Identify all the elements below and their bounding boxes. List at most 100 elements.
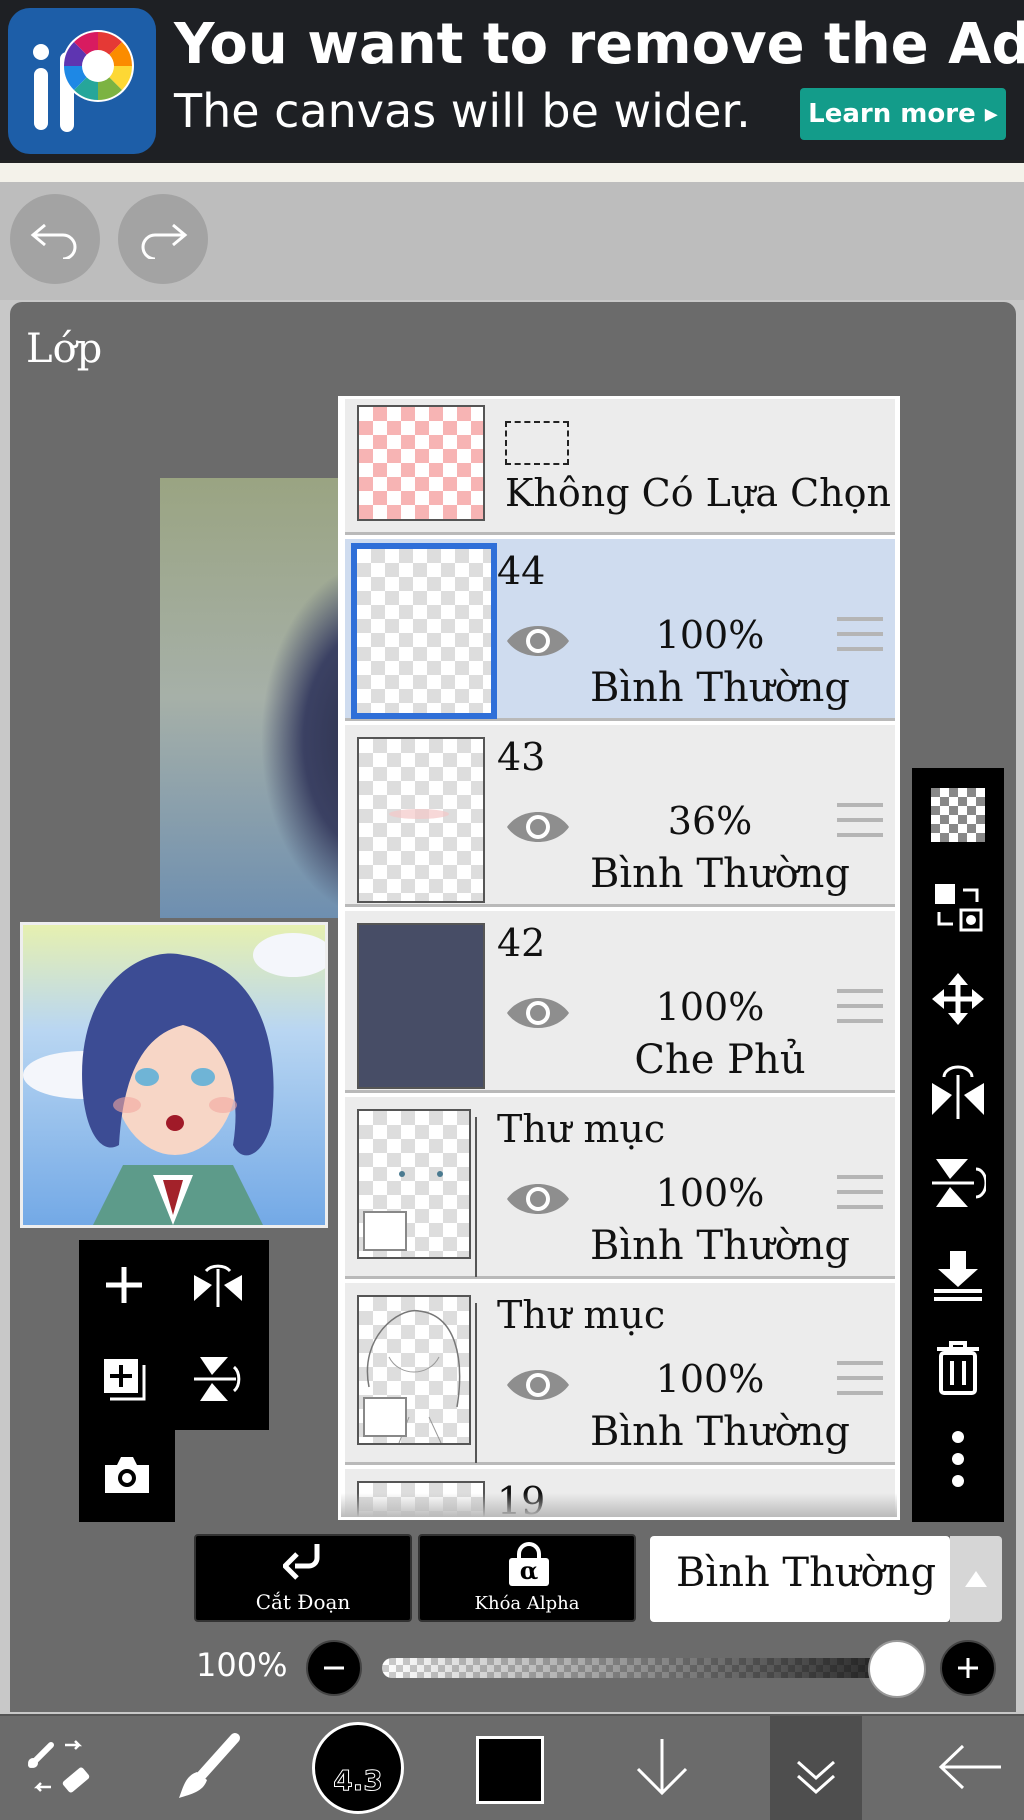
- move-layer-button[interactable]: [912, 954, 1004, 1044]
- layer-blend-mode: Bình Thường: [589, 665, 851, 711]
- clipping-button[interactable]: Cắt Đoạn: [194, 1534, 412, 1622]
- ibispaint-logo-icon: [8, 8, 156, 154]
- visibility-eye-icon[interactable]: [505, 619, 571, 663]
- flip-vertical-icon: [932, 1159, 986, 1207]
- blend-mode-dropdown-button[interactable]: [950, 1536, 1002, 1622]
- visibility-eye-icon[interactable]: [505, 805, 571, 849]
- layer-row[interactable]: 44 100% Bình Thường: [345, 539, 895, 721]
- ad-subtitle: The canvas will be wider.: [174, 84, 751, 138]
- camera-icon: [105, 1457, 149, 1493]
- opacity-value: 100%: [196, 1646, 288, 1684]
- marquee-selection-icon: [505, 421, 569, 465]
- ad-title: You want to remove the Ad?: [174, 12, 1024, 77]
- plus-icon: [958, 1658, 978, 1678]
- layer-opacity: 36%: [667, 799, 753, 843]
- minus-icon: [324, 1666, 344, 1670]
- more-options-button[interactable]: [912, 1414, 1004, 1504]
- plus-icon: [106, 1267, 142, 1303]
- redo-button[interactable]: [118, 194, 208, 284]
- color-swatch-button[interactable]: [476, 1736, 544, 1804]
- arrow-down-icon: [636, 1739, 688, 1796]
- artwork-preview-image: [23, 933, 325, 1225]
- import-photo-button[interactable]: [82, 1430, 172, 1520]
- alpha-lock-button[interactable]: α Khóa Alpha: [418, 1534, 636, 1622]
- swap-layer-button[interactable]: [912, 862, 1004, 952]
- tool-select-button[interactable]: [10, 1714, 110, 1820]
- layer-name: 42: [497, 921, 546, 965]
- triangle-up-icon: [965, 1571, 987, 1587]
- drag-handle-icon[interactable]: [837, 989, 883, 1029]
- layer-row[interactable]: 42 100% Che Phủ: [345, 911, 895, 1093]
- alpha-lock-label: Khóa Alpha: [474, 1593, 580, 1614]
- add-layer-button[interactable]: [79, 1240, 169, 1330]
- layer-row[interactable]: 43 36% Bình Thường: [345, 725, 895, 907]
- layer-quick-tools-2: [79, 1430, 175, 1522]
- drag-handle-icon[interactable]: [837, 803, 883, 843]
- arrow-down-button[interactable]: [612, 1714, 712, 1820]
- learn-more-button[interactable]: Learn more ▸: [800, 88, 1006, 140]
- back-button[interactable]: [920, 1714, 1020, 1820]
- flip-layer-horizontal-button[interactable]: [912, 1046, 1004, 1136]
- merge-down-button[interactable]: [912, 1230, 1004, 1320]
- layer-panel-toggle-button[interactable]: [770, 1716, 862, 1820]
- more-vertical-icon: [952, 1431, 964, 1487]
- visibility-eye-icon[interactable]: [505, 1363, 571, 1407]
- opacity-increase-button[interactable]: [940, 1640, 996, 1696]
- layer-list[interactable]: Không Có Lựa Chọn 44 100% Bình Thường 43…: [338, 396, 900, 1520]
- undo-icon: [30, 223, 77, 259]
- selection-label: Không Có Lựa Chọn: [505, 471, 891, 515]
- layer-blend-mode: Bình Thường: [589, 1409, 851, 1455]
- drag-handle-icon[interactable]: [837, 1361, 883, 1401]
- flip-vertical-button[interactable]: [173, 1334, 263, 1424]
- lock-icon: α: [509, 1542, 549, 1586]
- layer-blend-mode: Bình Thường: [589, 851, 851, 897]
- brush-size-value: 4.3: [333, 1764, 384, 1798]
- move-arrows-icon: [932, 973, 984, 1025]
- layer-thumbnail: [357, 737, 485, 903]
- brush-icon: [179, 1733, 240, 1798]
- flip-horizontal-icon: [194, 1264, 242, 1307]
- canvas-preview[interactable]: [20, 922, 328, 1228]
- layer-folder-row[interactable]: Thư mục 100% Bình Thường: [345, 1097, 895, 1279]
- visibility-eye-icon[interactable]: [505, 991, 571, 1035]
- flip-vertical-icon: [194, 1357, 241, 1401]
- checkerboard-icon: [931, 788, 985, 842]
- merge-down-icon: [934, 1251, 982, 1301]
- drag-handle-icon[interactable]: [837, 617, 883, 657]
- opacity-slider[interactable]: [382, 1658, 922, 1678]
- layer-opacity: 100%: [655, 613, 765, 657]
- layer-folder-row[interactable]: Thư mục 100% Bình Thường: [345, 1283, 895, 1465]
- folder-icon: [363, 1397, 407, 1437]
- visibility-eye-icon[interactable]: [505, 1177, 571, 1221]
- transparent-fill-button[interactable]: [912, 770, 1004, 860]
- opacity-decrease-button[interactable]: [306, 1640, 362, 1696]
- brush-eraser-swap-icon: [28, 1740, 90, 1793]
- redo-icon: [141, 223, 188, 259]
- undo-button[interactable]: [10, 194, 100, 284]
- list-fade: [341, 1493, 897, 1517]
- brush-button[interactable]: [160, 1714, 260, 1820]
- blend-mode-value: Bình Thường: [676, 1550, 937, 1596]
- layer-quick-tools: [79, 1240, 269, 1430]
- delete-layer-button[interactable]: [912, 1322, 1004, 1412]
- layer-name: 44: [497, 549, 546, 593]
- chevron-double-down-icon: [797, 1760, 835, 1795]
- duplicate-layer-icon: [104, 1359, 146, 1401]
- ad-banner[interactable]: You want to remove the Ad? The canvas wi…: [0, 0, 1024, 160]
- flip-layer-vertical-button[interactable]: [912, 1138, 1004, 1228]
- layer-name: Thư mục: [497, 1293, 666, 1337]
- flip-horizontal-icon: [932, 1065, 984, 1119]
- layer-name: 43: [497, 735, 546, 779]
- swap-icon: [935, 884, 983, 932]
- selection-layer-row[interactable]: Không Có Lựa Chọn: [345, 399, 895, 535]
- layer-opacity: 100%: [655, 985, 765, 1029]
- duplicate-layer-button[interactable]: [79, 1334, 169, 1424]
- clipping-label: Cắt Đoạn: [255, 1590, 351, 1614]
- layer-thumbnail: [351, 543, 497, 719]
- clipping-arrow-icon: [283, 1544, 320, 1580]
- drag-handle-icon[interactable]: [837, 1175, 883, 1215]
- flip-horizontal-button[interactable]: [173, 1240, 263, 1330]
- arrow-left-icon: [938, 1744, 1001, 1790]
- opacity-slider-thumb[interactable]: [868, 1640, 926, 1698]
- panel-title: Lớp: [26, 326, 103, 372]
